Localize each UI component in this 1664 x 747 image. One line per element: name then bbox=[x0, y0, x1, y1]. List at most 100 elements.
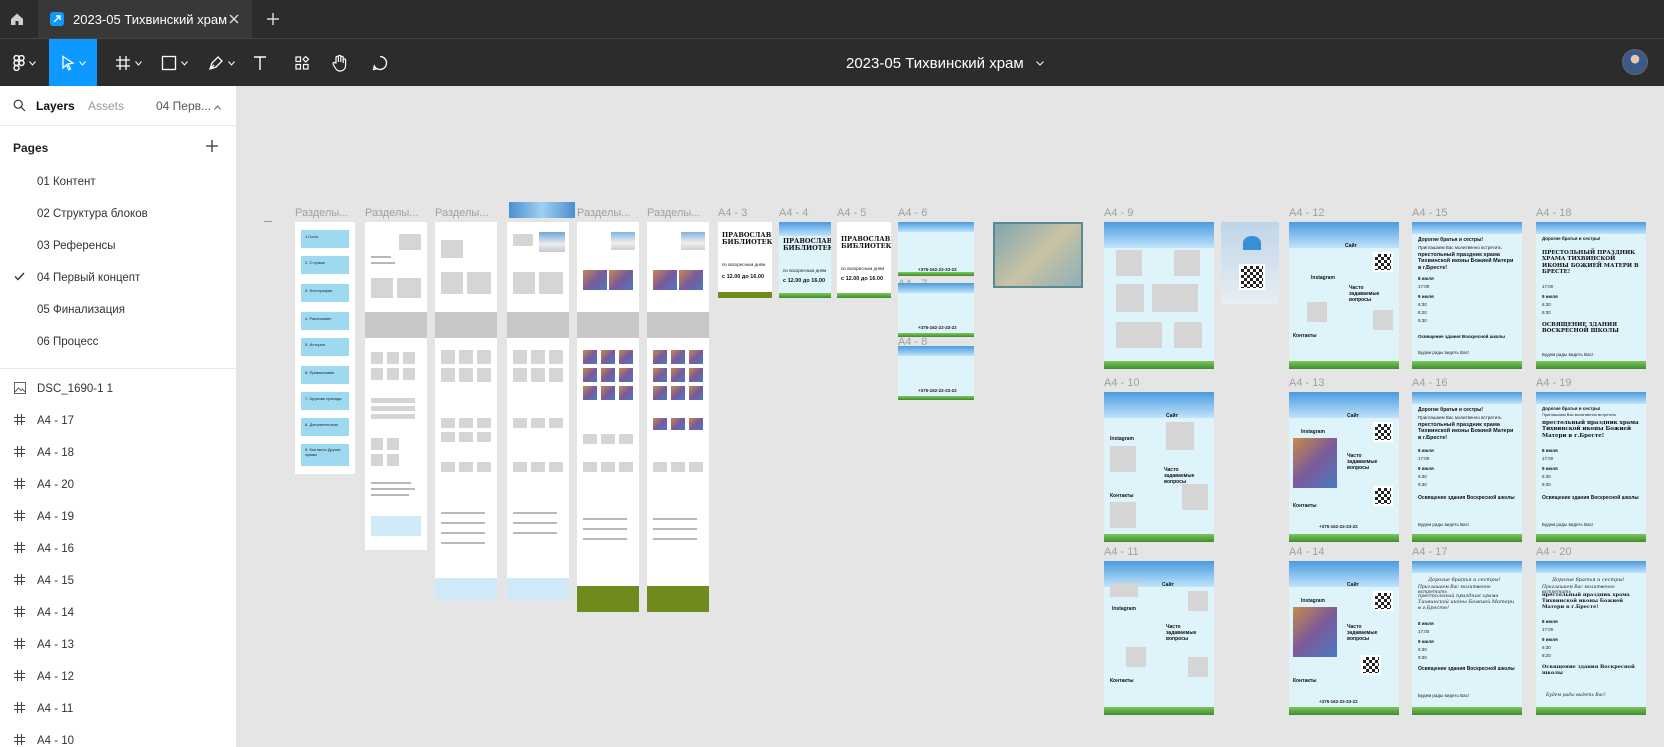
layer-item[interactable]: A4 - 14 bbox=[0, 597, 236, 629]
placeholder bbox=[513, 462, 527, 472]
frame-a4-4[interactable]: ПРАВОСЛАВНАЯ БИБЛИОТЕКА по воскресным дн… bbox=[779, 222, 831, 298]
frame-a4-10[interactable]: Сайт Instagram Часто задаваемые вопросы … bbox=[1104, 392, 1214, 542]
banner-image[interactable] bbox=[509, 202, 575, 218]
user-avatar[interactable] bbox=[1622, 49, 1648, 75]
frame-label[interactable]: A4 - 5 bbox=[837, 207, 866, 219]
footer-band bbox=[718, 292, 772, 298]
file-tab[interactable]: 2023-05 Тихвинский храм bbox=[38, 0, 252, 38]
new-tab-icon[interactable] bbox=[264, 10, 282, 28]
search-icon[interactable] bbox=[13, 99, 26, 112]
design-canvas[interactable]: Разделы... 1.Гость 2. О храме 3. Фотогра… bbox=[237, 86, 1664, 747]
frame-razdely-wireframe[interactable] bbox=[507, 222, 569, 600]
shape-tool-button[interactable] bbox=[154, 39, 194, 87]
chevron-down-icon bbox=[180, 60, 188, 66]
close-tab-icon[interactable] bbox=[226, 11, 242, 27]
frame-label[interactable]: A4 - 3 bbox=[718, 207, 747, 219]
file-title-menu[interactable]: 2023-05 Тихвинский храм bbox=[846, 39, 1044, 87]
layer-item[interactable]: A4 - 13 bbox=[0, 629, 236, 661]
frame-label[interactable]: Разделы... bbox=[365, 207, 418, 219]
frame-razdely-nav[interactable]: 1.Гость 2. О храме 3. Фотографии 4. Расп… bbox=[295, 222, 355, 474]
frame-a4-14[interactable]: Сайт Instagram Часто задаваемые вопросы … bbox=[1289, 561, 1399, 715]
frame-a4-7[interactable]: +375-162-22-33-22 bbox=[898, 283, 974, 337]
frame-a4-3[interactable]: ПРАВОСЛАВНАЯ БИБЛИОТЕКА по воскресным дн… bbox=[718, 222, 772, 298]
layer-item[interactable]: A4 - 15 bbox=[0, 565, 236, 597]
frame-a4-12[interactable]: Сайт Instagram Часто задаваемые вопросы … bbox=[1289, 222, 1399, 369]
frame-label[interactable]: A4 - 19 bbox=[1536, 377, 1571, 389]
layer-item[interactable]: A4 - 11 bbox=[0, 693, 236, 725]
frame-a4-5[interactable]: ПРАВОСЛАВНАЯ БИБЛИОТЕКА по воскресным дн… bbox=[837, 222, 891, 298]
frame-label[interactable]: A4 - 4 bbox=[779, 207, 808, 219]
pen-tool-button[interactable] bbox=[201, 39, 241, 87]
frame-a4-20[interactable]: Дорогие братья и сестры! Приглашаем Вас … bbox=[1536, 561, 1646, 715]
tab-layers[interactable]: Layers bbox=[36, 99, 75, 113]
frame-tool-button[interactable] bbox=[108, 39, 148, 87]
frame-a4-17[interactable]: Дорогие братья и сестры! Приглашаем Вас … bbox=[1412, 561, 1522, 715]
frame-a4-9[interactable] bbox=[1104, 222, 1214, 369]
add-page-icon[interactable] bbox=[204, 138, 220, 154]
frame-label[interactable]: A4 - 14 bbox=[1289, 546, 1324, 558]
home-button[interactable] bbox=[0, 0, 34, 38]
frame-a4-16[interactable]: Дорогие братья и сестры! Приглашаем Вас … bbox=[1412, 392, 1522, 542]
layer-item[interactable]: A4 - 18 bbox=[0, 437, 236, 469]
layer-item[interactable]: A4 - 10 bbox=[0, 725, 236, 747]
layer-item[interactable]: A4 - 12 bbox=[0, 661, 236, 693]
page-item[interactable]: 03 Референсы bbox=[0, 230, 236, 262]
frame-a4-18[interactable]: Дорогие братья и сестры! ПРЕСТОЛЬНЫЙ ПРА… bbox=[1536, 222, 1646, 369]
frame-label[interactable]: A4 - 18 bbox=[1536, 207, 1571, 219]
frame-razdely-wireframe[interactable] bbox=[365, 222, 427, 550]
page-item[interactable]: 06 Процесс bbox=[0, 326, 236, 358]
frame-label[interactable]: A4 - 9 bbox=[1104, 207, 1133, 219]
placeholder bbox=[583, 434, 597, 444]
frame-label[interactable]: A4 - 16 bbox=[1412, 377, 1447, 389]
layer-item[interactable]: A4 - 17 bbox=[0, 405, 236, 437]
qr-dome-image[interactable] bbox=[1221, 222, 1279, 304]
frame-a4-13[interactable]: Сайт Instagram Часто задаваемые вопросы … bbox=[1289, 392, 1399, 542]
frame-label[interactable]: A4 - 11 bbox=[1104, 546, 1139, 558]
page-item[interactable]: 02 Структура блоков bbox=[0, 198, 236, 230]
layer-item[interactable]: A4 - 19 bbox=[0, 501, 236, 533]
document-photo-image[interactable] bbox=[993, 222, 1083, 288]
frame-label[interactable]: A4 - 13 bbox=[1289, 377, 1324, 389]
move-tool-button[interactable] bbox=[49, 39, 97, 87]
frame-razdely-design[interactable] bbox=[647, 222, 709, 612]
frame-label[interactable]: Разделы... bbox=[577, 207, 630, 219]
placeholder bbox=[539, 272, 563, 294]
placeholder bbox=[1116, 250, 1142, 276]
layer-item[interactable]: DSC_1690-1 1 bbox=[0, 373, 236, 405]
frame-label[interactable]: A4 - 12 bbox=[1289, 207, 1324, 219]
placeholder bbox=[459, 462, 473, 472]
frame-label[interactable]: A4 - 15 bbox=[1412, 207, 1447, 219]
hand-tool-button[interactable] bbox=[328, 39, 352, 87]
frame-a4-11[interactable]: Сайт Instagram Часто задаваемые вопросы … bbox=[1104, 561, 1214, 715]
main-menu-button[interactable] bbox=[6, 39, 42, 87]
rectangle-icon bbox=[161, 55, 176, 71]
frame-label[interactable]: Разделы... bbox=[295, 207, 348, 219]
grass-footer bbox=[1412, 361, 1522, 369]
layer-item[interactable]: A4 - 20 bbox=[0, 469, 236, 501]
faq-label: Часто задаваемые вопросы bbox=[1347, 624, 1378, 642]
frame-label[interactable]: A4 - 20 bbox=[1536, 546, 1571, 558]
frame-a4-19[interactable]: Дорогие братья и сестры! Приглашаем Вас … bbox=[1536, 392, 1646, 542]
page-item[interactable]: 01 Контент bbox=[0, 166, 236, 198]
frame-razdely-design[interactable] bbox=[577, 222, 639, 612]
frame-label[interactable]: Разделы... bbox=[435, 207, 488, 219]
comment-tool-button[interactable] bbox=[368, 39, 392, 87]
page-item-selected[interactable]: 04 Первый концепт bbox=[0, 262, 236, 294]
current-page-selector[interactable]: 04 Перв... bbox=[156, 99, 222, 113]
placeholder bbox=[371, 454, 383, 466]
placeholder bbox=[619, 462, 633, 472]
layer-label: A4 - 11 bbox=[37, 703, 74, 715]
frame-a4-15[interactable]: Дорогие братья и сестры! Приглашаем Вас … bbox=[1412, 222, 1522, 369]
resources-button[interactable] bbox=[290, 39, 314, 87]
layer-item[interactable]: A4 - 16 bbox=[0, 533, 236, 565]
frame-label[interactable]: A4 - 6 bbox=[898, 207, 927, 219]
frame-label[interactable]: Разделы... bbox=[647, 207, 700, 219]
frame-a4-8[interactable]: +375-162-22-33-22 bbox=[898, 346, 974, 400]
frame-label[interactable]: A4 - 10 bbox=[1104, 377, 1139, 389]
frame-label[interactable]: A4 - 17 bbox=[1412, 546, 1447, 558]
text-tool-button[interactable] bbox=[248, 39, 272, 87]
page-item[interactable]: 05 Финализация bbox=[0, 294, 236, 326]
tab-assets[interactable]: Assets bbox=[88, 99, 124, 113]
frame-razdely-wireframe[interactable] bbox=[435, 222, 497, 600]
frame-a4-6[interactable]: +375-162-22-33-22 bbox=[898, 222, 974, 276]
